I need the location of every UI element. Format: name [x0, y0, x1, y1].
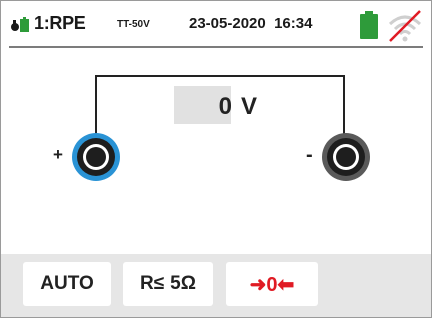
date-label: 23-05-2020	[189, 15, 266, 32]
limit-prefix: R≤	[140, 273, 165, 294]
measurement-area: 0 V + -	[1, 48, 431, 254]
wifi-disabled-icon	[388, 10, 422, 42]
plus-label: +	[53, 145, 63, 164]
resistance-limit-button[interactable]: R≤ 5Ω	[123, 262, 213, 306]
reading-unit: V	[241, 93, 258, 120]
positive-terminal-icon	[72, 133, 120, 181]
reading-value: 0	[218, 93, 232, 120]
status-bar: 1:RPE TT-50V 23-05-2020 16:34	[2, 2, 430, 46]
softkey-bar: AUTO R≤ 5Ω ➜0⬅	[1, 254, 431, 317]
battery-icon	[360, 11, 378, 39]
zero-calibration-button[interactable]: ➜0⬅	[226, 262, 318, 306]
minus-label: -	[306, 144, 313, 166]
auto-button[interactable]: AUTO	[23, 262, 111, 306]
test-mode-icon	[11, 17, 29, 32]
limit-value: 5Ω	[170, 273, 196, 294]
datetime: 23-05-2020 16:34	[189, 15, 312, 32]
test-mode-sub-label: TT-50V	[117, 19, 150, 30]
test-mode-label: 1:RPE	[34, 13, 86, 33]
negative-terminal-icon	[322, 133, 370, 181]
instrument-screen: 1:RPE TT-50V 23-05-2020 16:34 0 V + - AU…	[0, 0, 432, 318]
time-label: 16:34	[274, 15, 313, 32]
